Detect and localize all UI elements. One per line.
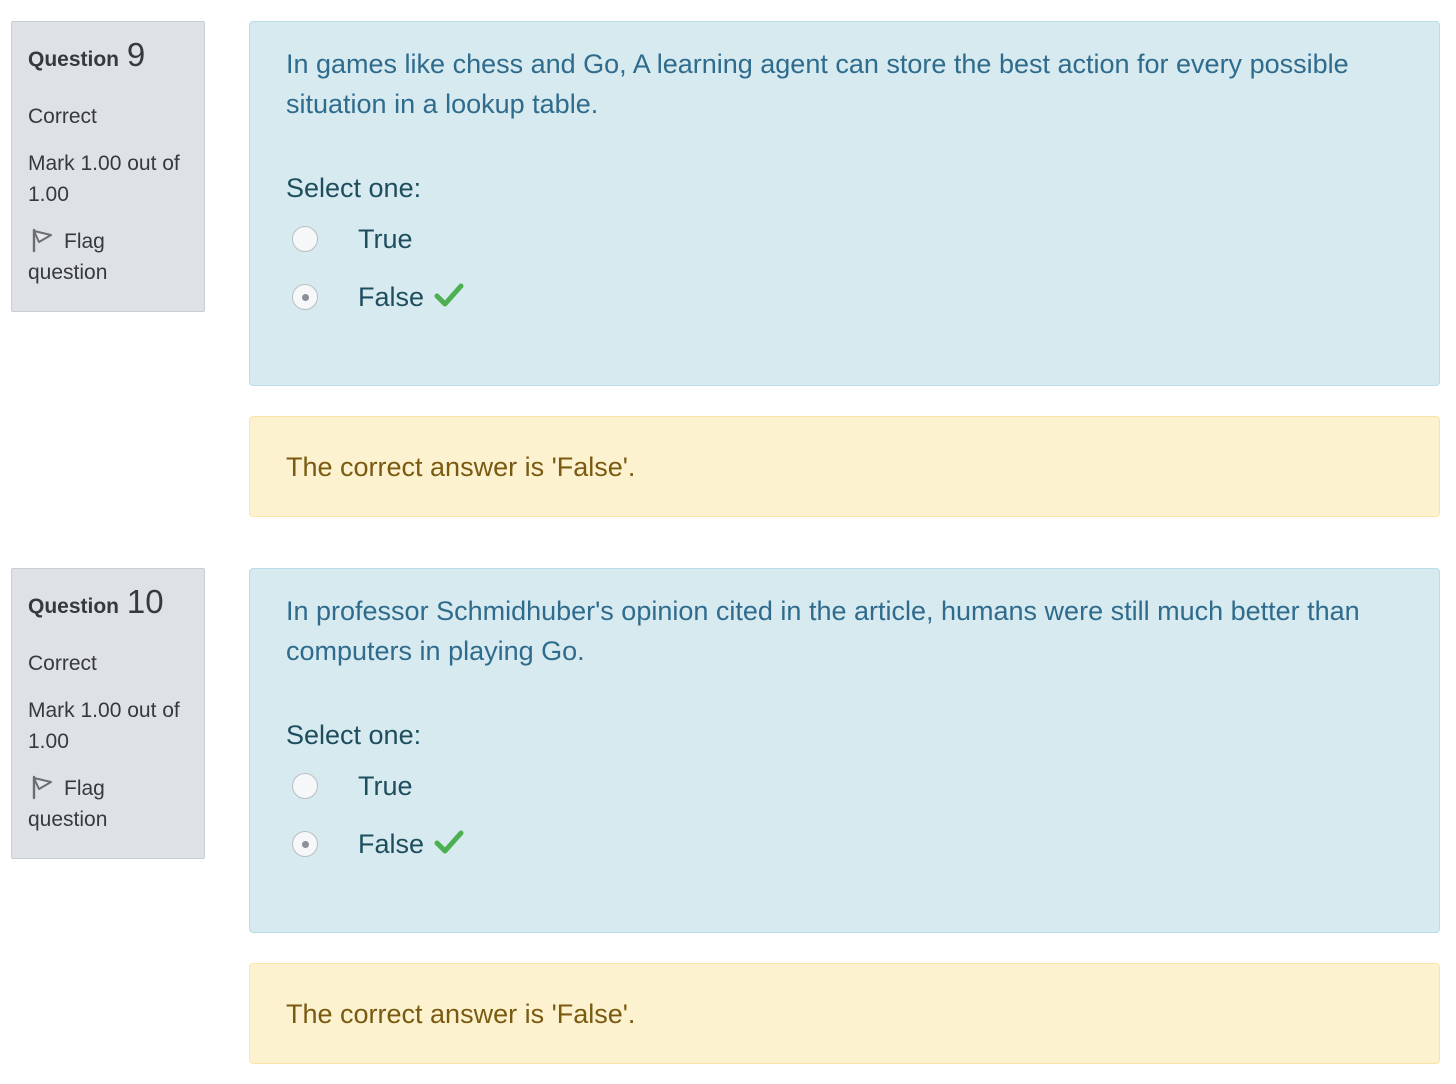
radio-selected-dot — [301, 293, 309, 301]
question-number: 9 — [126, 36, 146, 73]
correct-answer-feedback: The correct answer is 'False'. — [286, 998, 636, 1029]
question-grade: Mark 1.00 out of 1.00 — [28, 699, 180, 753]
answer-label-false: False — [358, 824, 464, 864]
question-formulation: In games like chess and Go, A learning a… — [249, 21, 1440, 386]
correct-answer-feedback: The correct answer is 'False'. — [286, 451, 636, 482]
question-text: In professor Schmidhuber's opinion cited… — [286, 596, 1360, 666]
flag-question-link[interactable]: Flag question — [28, 226, 188, 288]
question-10: Question 10 Correct Mark 1.00 out of 1.0… — [0, 547, 1456, 1067]
outcome-feedback-box: The correct answer is 'False'. — [249, 963, 1440, 1064]
radio-false[interactable] — [292, 831, 318, 857]
answer-option-true[interactable]: True — [286, 757, 1409, 815]
question-number-heading: Question 10 — [28, 583, 188, 621]
question-label: Question — [28, 48, 120, 71]
answer-prompt: Select one: — [286, 720, 422, 750]
check-icon — [434, 283, 464, 307]
answer-prompt: Select one: — [286, 173, 422, 203]
answer-label-true: True — [358, 224, 413, 254]
answer-label-true: True — [358, 771, 413, 801]
radio-true[interactable] — [292, 773, 318, 799]
flag-icon — [32, 775, 52, 800]
question-info-panel: Question 9 Correct Mark 1.00 out of 1.00… — [11, 21, 205, 312]
flag-question-link[interactable]: Flag question — [28, 773, 188, 835]
outcome-feedback-box: The correct answer is 'False'. — [249, 416, 1440, 517]
radio-false[interactable] — [292, 284, 318, 310]
radio-true[interactable] — [292, 226, 318, 252]
answer-option-false[interactable]: False — [286, 815, 1409, 873]
question-text: In games like chess and Go, A learning a… — [286, 49, 1349, 119]
question-number: 10 — [126, 583, 164, 620]
radio-selected-dot — [301, 840, 309, 848]
answer-label-false-text: False — [358, 829, 425, 859]
flag-icon — [32, 228, 52, 253]
question-state: Correct — [28, 105, 97, 128]
question-state: Correct — [28, 652, 97, 675]
question-grade: Mark 1.00 out of 1.00 — [28, 152, 180, 206]
answer-label-false-text: False — [358, 282, 425, 312]
answer-option-true[interactable]: True — [286, 210, 1409, 268]
answer-label-false: False — [358, 277, 464, 317]
question-9: Question 9 Correct Mark 1.00 out of 1.00… — [0, 0, 1456, 520]
question-number-heading: Question 9 — [28, 36, 188, 74]
question-info-panel: Question 10 Correct Mark 1.00 out of 1.0… — [11, 568, 205, 859]
question-label: Question — [28, 595, 120, 618]
answer-option-false[interactable]: False — [286, 268, 1409, 326]
check-icon — [434, 830, 464, 854]
question-formulation: In professor Schmidhuber's opinion cited… — [249, 568, 1440, 933]
